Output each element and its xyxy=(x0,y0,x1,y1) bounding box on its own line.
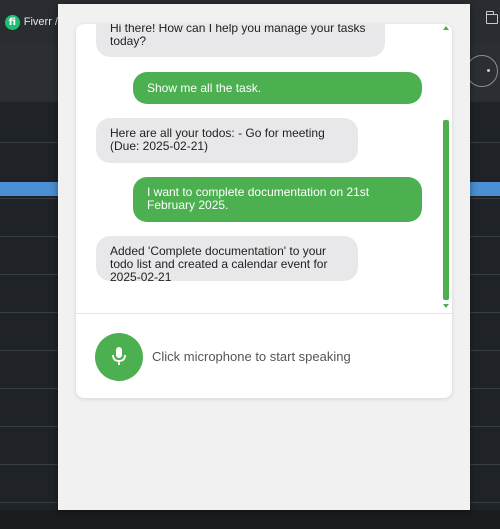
input-divider xyxy=(76,313,452,314)
background-circle-button[interactable] xyxy=(466,55,498,87)
user-message: I want to complete documentation on 21st… xyxy=(133,177,422,222)
background-tab-fiverr[interactable]: fi Fiverr / xyxy=(0,8,58,36)
chat-card: Hi there! How can I help you manage your… xyxy=(76,24,452,398)
background-dot-icon xyxy=(487,69,490,72)
chat-scrollbar[interactable] xyxy=(442,24,450,312)
microphone-button[interactable] xyxy=(95,333,143,381)
folder-icon[interactable] xyxy=(485,11,498,24)
background-tab-title: Fiverr / xyxy=(23,16,58,28)
scrollbar-thumb[interactable] xyxy=(443,120,449,300)
assistant-popup: Hi there! How can I help you manage your… xyxy=(58,4,470,510)
chat-messages[interactable]: Hi there! How can I help you manage your… xyxy=(76,24,452,312)
bot-message: Hi there! How can I help you manage your… xyxy=(96,24,385,57)
bot-message: Added 'Complete documentation' to your t… xyxy=(96,236,358,284)
background-bottom-bar xyxy=(0,510,500,529)
microphone-icon xyxy=(112,347,126,365)
scroll-up-arrow-icon[interactable] xyxy=(443,26,449,30)
bot-message: Here are all your todos: - Go for meetin… xyxy=(96,118,358,163)
user-message: Show me all the task. xyxy=(133,72,422,104)
scroll-down-arrow-icon[interactable] xyxy=(443,304,449,308)
fiverr-logo-icon: fi xyxy=(5,14,20,30)
microphone-prompt: Click microphone to start speaking xyxy=(152,349,351,364)
